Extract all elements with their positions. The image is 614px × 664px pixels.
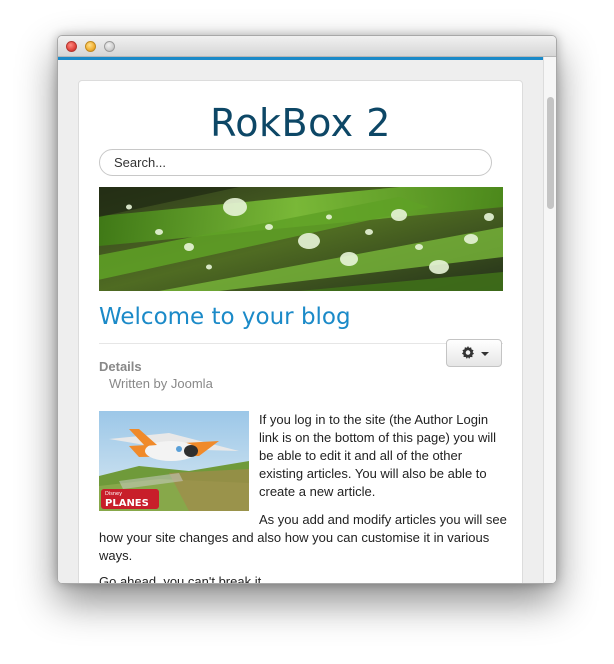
article-paragraph-1: If you log in to the site (the Author Lo… xyxy=(259,412,497,499)
gear-icon xyxy=(461,346,475,359)
scrollbar-thumb[interactable] xyxy=(547,97,554,209)
page-viewport: RokBox 2 Search... Welcome to your blog … xyxy=(58,60,543,584)
details-label: Details xyxy=(99,359,142,374)
zoom-window-button[interactable] xyxy=(104,41,115,52)
close-window-button[interactable] xyxy=(66,41,77,52)
divider xyxy=(99,343,503,344)
browser-window: RokBox 2 Search... Welcome to your blog … xyxy=(57,35,557,584)
minimize-window-button[interactable] xyxy=(85,41,96,52)
banner-image xyxy=(99,187,503,291)
svg-text:PLANES: PLANES xyxy=(105,498,149,509)
article-image[interactable]: Disney PLANES xyxy=(99,411,249,511)
caret-down-icon xyxy=(481,352,489,356)
article-title[interactable]: Welcome to your blog xyxy=(99,302,351,332)
article-paragraph-3: Go ahead, you can't break it. xyxy=(99,574,265,584)
svg-text:Disney: Disney xyxy=(105,491,122,497)
search-input[interactable] xyxy=(99,149,492,176)
title-bar[interactable] xyxy=(58,36,556,57)
article-tools-button[interactable] xyxy=(446,339,502,367)
author-line: Written by Joomla xyxy=(109,376,213,391)
article-paragraph-2: As you add and modify articles you will … xyxy=(99,512,507,563)
vertical-scrollbar[interactable] xyxy=(543,57,556,583)
content-card: RokBox 2 Search... Welcome to your blog … xyxy=(78,80,523,584)
site-title: RokBox 2 xyxy=(210,101,391,145)
